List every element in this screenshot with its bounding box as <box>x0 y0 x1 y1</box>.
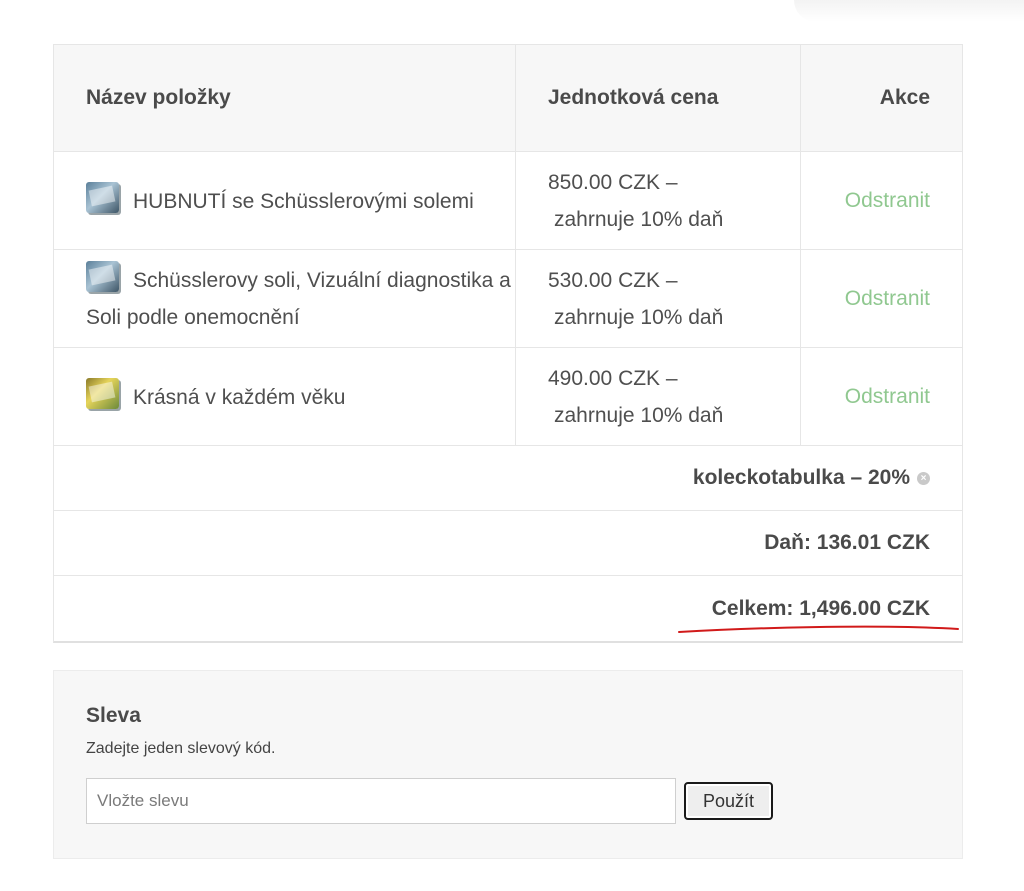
discount-description: Zadejte jeden slevový kód. <box>86 740 276 757</box>
item-action-cell: Odstranit <box>801 250 962 347</box>
corner-shadow <box>794 0 1024 22</box>
remove-coupon-icon[interactable]: × <box>917 471 930 485</box>
header-item-name: Název položky <box>54 45 516 151</box>
item-title-link[interactable]: Schüsslerovy soli, Vizuální diagnostika … <box>86 269 511 329</box>
coupon-row: koleckotabulka – 20% × <box>54 446 962 511</box>
discount-title: Sleva <box>86 704 141 727</box>
book-cover-icon[interactable] <box>86 377 119 409</box>
discount-form: Použít <box>86 778 962 824</box>
cart-table: Název položky Jednotková cena Akce HUBNU… <box>53 44 963 643</box>
item-price-cell: 530.00 CZK – zahrnuje 10% daň <box>516 250 801 347</box>
cart-header-row: Název položky Jednotková cena Akce <box>54 45 962 152</box>
tax-total: Daň: 136.01 CZK <box>764 531 930 554</box>
header-unit-price: Jednotková cena <box>516 45 801 151</box>
item-price: 850.00 CZK – <box>548 170 678 194</box>
item-tax-note: zahrnuje 10% daň <box>554 403 724 427</box>
apply-discount-button[interactable]: Použít <box>684 782 773 820</box>
book-cover-icon[interactable] <box>86 181 119 213</box>
cart-item-row: Schüsslerovy soli, Vizuální diagnostika … <box>54 250 962 348</box>
item-action-cell: Odstranit <box>801 152 962 249</box>
item-title-cell: Schüsslerovy soli, Vizuální diagnostika … <box>54 250 516 347</box>
remove-item-link[interactable]: Odstranit <box>845 280 930 317</box>
item-action-cell: Odstranit <box>801 348 962 445</box>
cart-item-row: Krásná v každém věku 490.00 CZK – zahrnu… <box>54 348 962 446</box>
item-title-cell: Krásná v každém věku <box>54 348 516 445</box>
grand-total: Celkem: 1,496.00 CZK <box>711 596 930 620</box>
remove-item-link[interactable]: Odstranit <box>845 182 930 219</box>
item-price-cell: 490.00 CZK – zahrnuje 10% daň <box>516 348 801 445</box>
red-underline-annotation <box>678 625 959 633</box>
discount-code-input[interactable] <box>86 778 676 824</box>
item-price: 530.00 CZK – <box>548 268 678 292</box>
item-tax-note: zahrnuje 10% daň <box>554 305 724 329</box>
item-price: 490.00 CZK – <box>548 366 678 390</box>
item-title-link[interactable]: Krásná v každém věku <box>133 386 345 409</box>
book-cover-icon[interactable] <box>86 261 119 292</box>
item-tax-note: zahrnuje 10% daň <box>554 207 724 231</box>
item-title-link[interactable]: HUBNUTÍ se Schüsslerovými solemi <box>133 190 474 213</box>
item-price-cell: 850.00 CZK – zahrnuje 10% daň <box>516 152 801 249</box>
remove-item-link[interactable]: Odstranit <box>845 378 930 415</box>
item-title-cell: HUBNUTÍ se Schüsslerovými solemi <box>54 152 516 249</box>
header-action: Akce <box>879 86 930 109</box>
cart-item-row: HUBNUTÍ se Schüsslerovými solemi 850.00 … <box>54 152 962 250</box>
tax-row: Daň: 136.01 CZK <box>54 511 962 576</box>
coupon-label: koleckotabulka – 20% <box>692 466 910 489</box>
discount-panel: Sleva Zadejte jeden slevový kód. Použít <box>53 670 963 859</box>
